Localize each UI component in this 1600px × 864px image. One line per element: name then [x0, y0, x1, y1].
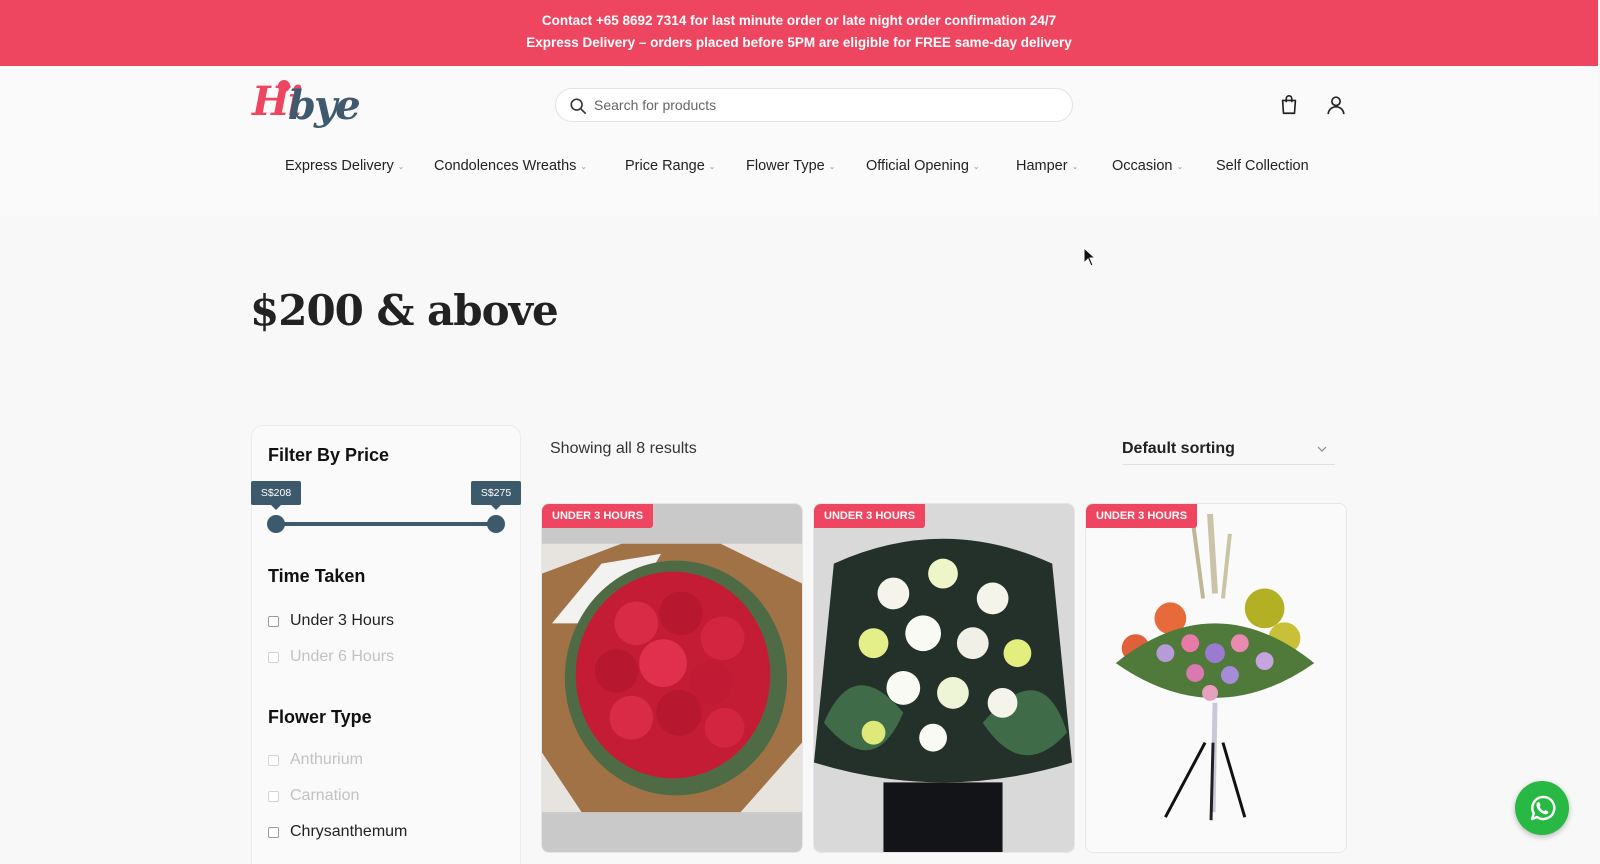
nav-price-range[interactable]: Price Range ⌄ [625, 158, 716, 174]
chevron-down-icon: ⌄ [1176, 161, 1184, 171]
product-card[interactable]: UNDER 3 HOURS [1085, 503, 1347, 853]
flower-filter-heading: Flower Type [268, 707, 372, 727]
search-input[interactable] [594, 93, 1054, 117]
nav-label: Price Range [625, 158, 705, 174]
product-image-flower-stand[interactable] [1086, 504, 1346, 852]
logo-bye: bye [288, 82, 361, 129]
time-filter-heading: Time Taken [268, 566, 366, 586]
filter-option-label: Under 6 Hours [290, 648, 395, 665]
nav-label: Flower Type [746, 158, 825, 174]
delivery-badge: UNDER 3 HOURS [542, 504, 654, 528]
sort-label: Default sorting [1122, 440, 1235, 457]
filter-option-label: Under 3 Hours [290, 612, 395, 629]
filter-option-label: Chrysanthemum [290, 823, 408, 840]
delivery-badge: UNDER 3 HOURS [814, 504, 926, 528]
user-icon[interactable] [1325, 94, 1347, 116]
main-nav: Express Delivery ⌄ Condolences Wreaths ⌄ P… [0, 158, 1598, 188]
site-logo[interactable]: Hi bye [252, 76, 361, 132]
announcement-delivery: Express Delivery – orders placed before … [526, 35, 1072, 50]
nav-label: Occasion [1112, 158, 1173, 174]
chevron-down-icon: ⌄ [580, 161, 588, 171]
product-card[interactable]: UNDER 3 HOURS [813, 503, 1075, 853]
nav-label: Hamper [1016, 158, 1068, 174]
nav-label: Official Opening [866, 158, 969, 174]
announcement-contact: Contact +65 8692 7314 for last minute or… [541, 13, 1057, 28]
chevron-down-icon: ⌄ [1071, 161, 1079, 171]
filter-sidebar: Filter By Price S$208 S$275 Time Taken U… [251, 425, 521, 864]
mouse-cursor-icon [1083, 247, 1097, 267]
delivery-badge: UNDER 3 HOURS [1086, 504, 1198, 528]
nav-self-collection[interactable]: Self Collection [1216, 158, 1309, 174]
whatsapp-button[interactable] [1515, 781, 1569, 835]
chevron-down-icon: ⌄ [397, 161, 405, 171]
sort-dropdown[interactable]: Default sorting [1122, 432, 1335, 465]
nav-label: Express Delivery [285, 158, 394, 174]
results-count: Showing all 8 results [550, 440, 697, 457]
price-slider-min-handle[interactable] [267, 515, 285, 533]
cart-icon[interactable] [1278, 94, 1300, 116]
filter-option-label: Anthurium [290, 751, 363, 768]
nav-official-opening[interactable]: Official Opening ⌄ [866, 158, 980, 174]
search-icon [570, 98, 587, 115]
product-image-white-lilies[interactable] [814, 504, 1074, 852]
nav-condolences-wreaths[interactable]: Condolences Wreaths ⌄ [434, 158, 587, 174]
product-image-red-roses[interactable] [542, 504, 802, 852]
price-min-label: S$208 [251, 481, 301, 510]
nav-occasion[interactable]: Occasion ⌄ [1112, 158, 1183, 174]
chevron-down-icon: ⌄ [708, 161, 716, 171]
nav-flower-type[interactable]: Flower Type ⌄ [746, 158, 835, 174]
nav-express-delivery[interactable]: Express Delivery ⌄ [285, 158, 404, 174]
chevron-down-icon: ⌄ [828, 161, 836, 171]
filter-option-label: Carnation [290, 787, 360, 804]
product-card[interactable]: UNDER 3 HOURS [541, 503, 803, 853]
search-bar[interactable] [555, 88, 1073, 122]
announcement-bar: Contact +65 8692 7314 for last minute or… [0, 0, 1598, 66]
checkbox[interactable] [268, 616, 279, 627]
checkbox[interactable] [268, 791, 279, 802]
nav-label: Condolences Wreaths [434, 158, 577, 174]
price-filter-heading: Filter By Price [268, 445, 390, 465]
chevron-down-icon [1317, 446, 1327, 452]
checkbox[interactable] [268, 827, 279, 838]
site-header: Hi bye Express Delivery⌄ Condolences Wre… [0, 66, 1598, 216]
checkbox[interactable] [268, 652, 279, 663]
price-slider-track[interactable] [276, 522, 496, 526]
checkbox[interactable] [268, 755, 279, 766]
whatsapp-icon [1530, 795, 1556, 821]
nav-label: Self Collection [1216, 158, 1309, 174]
chevron-down-icon: ⌄ [972, 161, 980, 171]
price-max-label: S$275 [471, 481, 521, 510]
page-title: $200 & above [250, 286, 559, 335]
price-slider-max-handle[interactable] [487, 515, 505, 533]
nav-hamper[interactable]: Hamper ⌄ [1016, 158, 1078, 174]
